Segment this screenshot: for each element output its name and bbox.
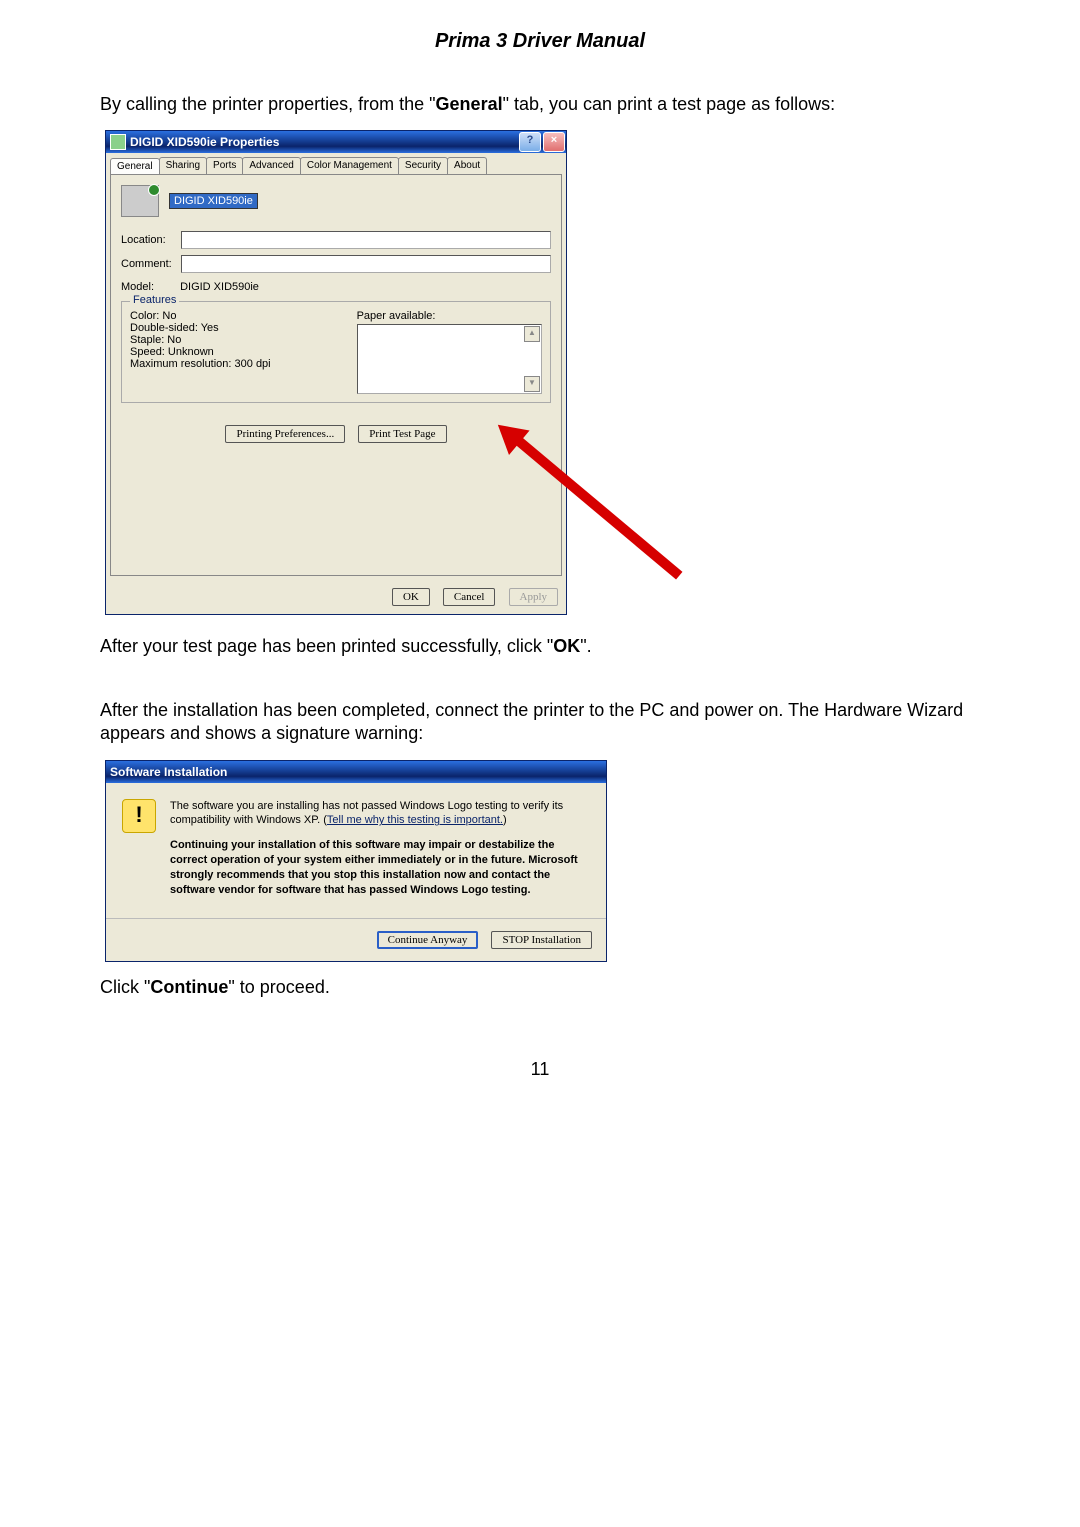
printer-title-icon <box>110 134 126 150</box>
model-label: Model: <box>121 281 177 293</box>
tell-me-why-link[interactable]: Tell me why this testing is important. <box>327 814 503 826</box>
ok-button[interactable]: OK <box>392 588 430 606</box>
tab-general[interactable]: General <box>110 158 160 175</box>
feature-color: Color: No <box>130 310 357 322</box>
printer-name-field[interactable]: DIGID XID590ie <box>169 193 258 209</box>
apply-button: Apply <box>509 588 559 606</box>
text: " tab, you can print a test page as foll… <box>503 94 836 114</box>
continue-anyway-button[interactable]: Continue Anyway <box>377 931 479 949</box>
tab-ports[interactable]: Ports <box>206 157 243 174</box>
text: ) <box>503 814 507 826</box>
scroll-up-icon[interactable]: ▲ <box>524 326 540 342</box>
warning-icon <box>122 799 156 833</box>
dialog-title: DIGID XID590ie Properties <box>130 135 279 149</box>
text-bold: Continue <box>150 977 228 997</box>
text: ". <box>580 636 591 656</box>
software-installation-dialog: Software Installation The software you a… <box>105 760 607 962</box>
document-title: Prima 3 Driver Manual <box>100 30 980 53</box>
connect-printer-paragraph: After the installation has been complete… <box>100 699 980 746</box>
feature-speed: Speed: Unknown <box>130 346 357 358</box>
tab-security[interactable]: Security <box>398 157 448 174</box>
warning-text: The software you are installing has not … <box>170 799 590 898</box>
stop-installation-button[interactable]: STOP Installation <box>491 931 592 949</box>
cancel-button[interactable]: Cancel <box>443 588 496 606</box>
tab-bar: General Sharing Ports Advanced Color Man… <box>106 153 566 174</box>
print-test-page-button[interactable]: Print Test Page <box>358 425 446 443</box>
printing-preferences-button[interactable]: Printing Preferences... <box>225 425 345 443</box>
tab-sharing[interactable]: Sharing <box>159 157 207 174</box>
dialog-titlebar: Software Installation <box>106 761 606 783</box>
features-fieldset: Features Color: No Double-sided: Yes Sta… <box>121 301 551 403</box>
printer-properties-dialog: DIGID XID590ie Properties ? × General Sh… <box>105 130 567 615</box>
feature-max-resolution: Maximum resolution: 300 dpi <box>130 358 357 370</box>
text: Click " <box>100 977 150 997</box>
paper-available-list[interactable]: ▲ ▼ <box>357 324 542 394</box>
text: By calling the printer properties, from … <box>100 94 436 114</box>
click-continue-paragraph: Click "Continue" to proceed. <box>100 976 980 999</box>
intro-paragraph: By calling the printer properties, from … <box>100 93 980 116</box>
paper-available-label: Paper available: <box>357 310 542 322</box>
comment-input[interactable] <box>181 255 551 273</box>
text: After your test page has been printed su… <box>100 636 553 656</box>
location-input[interactable] <box>181 231 551 249</box>
location-label: Location: <box>121 234 181 246</box>
tab-panel-general: DIGID XID590ie Location: Comment: Model:… <box>110 174 562 576</box>
separator <box>106 918 606 919</box>
dialog-button-row: Continue Anyway STOP Installation <box>106 923 606 961</box>
page-number: 11 <box>100 1059 980 1080</box>
tab-about[interactable]: About <box>447 157 487 174</box>
text: " to proceed. <box>228 977 329 997</box>
tab-color-management[interactable]: Color Management <box>300 157 399 174</box>
feature-double-sided: Double-sided: Yes <box>130 322 357 334</box>
tab-advanced[interactable]: Advanced <box>242 157 300 174</box>
model-value: DIGID XID590ie <box>180 281 259 293</box>
dialog-button-row: OK Cancel Apply <box>106 580 566 614</box>
dialog-titlebar: DIGID XID590ie Properties ? × <box>106 131 566 153</box>
feature-staple: Staple: No <box>130 334 357 346</box>
printer-icon <box>121 185 159 217</box>
warning-bold-text: Continuing your installation of this sof… <box>170 838 590 897</box>
help-button[interactable]: ? <box>519 132 541 152</box>
dialog-title: Software Installation <box>110 765 227 779</box>
after-test-paragraph: After your test page has been printed su… <box>100 635 980 658</box>
comment-label: Comment: <box>121 258 181 270</box>
text-bold: General <box>436 94 503 114</box>
text-bold: OK <box>553 636 580 656</box>
scroll-down-icon[interactable]: ▼ <box>524 376 540 392</box>
properties-dialog-wrapper: DIGID XID590ie Properties ? × General Sh… <box>100 130 700 615</box>
close-button[interactable]: × <box>543 132 565 152</box>
features-legend: Features <box>130 294 179 306</box>
